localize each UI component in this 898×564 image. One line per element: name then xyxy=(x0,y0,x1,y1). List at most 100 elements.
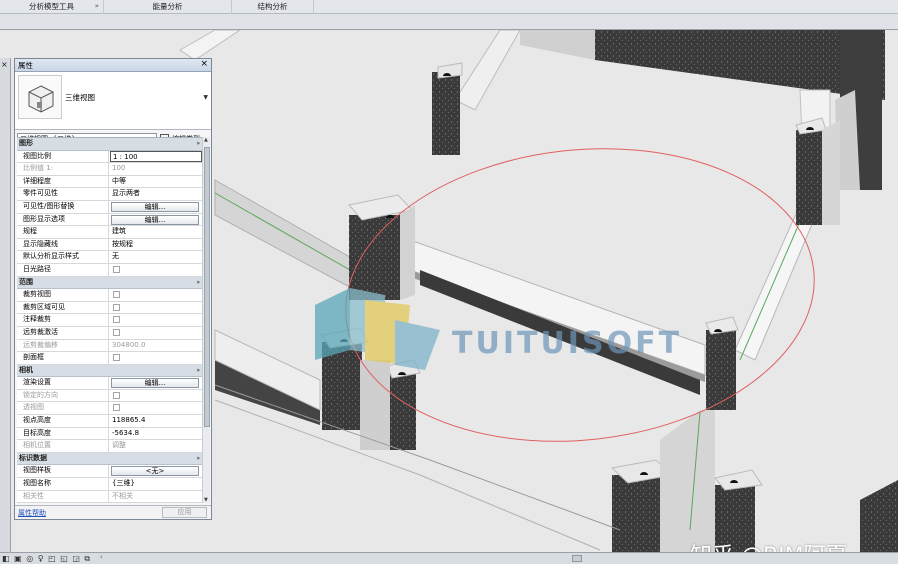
property-value[interactable]: -5634.8 xyxy=(110,428,202,440)
properties-section-header[interactable]: 相机 » xyxy=(17,364,203,378)
property-row[interactable]: 默认分析显示样式无 xyxy=(17,251,203,264)
properties-section-header[interactable]: 图形 » xyxy=(17,138,203,151)
column-right-large xyxy=(835,30,882,190)
property-row[interactable]: 视图名称 {三维} xyxy=(17,478,203,491)
property-label: 视图样板 xyxy=(17,465,109,478)
collapse-icon[interactable]: » xyxy=(196,453,200,464)
properties-title-bar[interactable]: 属性 × xyxy=(15,59,211,72)
property-label: 日光路径 xyxy=(17,263,109,276)
property-checkbox[interactable] xyxy=(113,265,120,273)
properties-scrollbar[interactable]: ▲ ▼ xyxy=(202,137,210,503)
property-edit-button[interactable]: 编辑... xyxy=(111,201,199,212)
property-edit-button[interactable]: 编辑... xyxy=(111,378,199,389)
property-checkbox[interactable] xyxy=(113,303,120,311)
property-edit-button[interactable]: 编辑... xyxy=(111,214,199,225)
property-row[interactable]: 图形显示选项 编辑... xyxy=(17,213,203,227)
property-label: 目标高度 xyxy=(17,427,109,440)
property-row: 锁定的方向 xyxy=(17,389,203,403)
apply-button[interactable]: 应用 xyxy=(162,507,207,518)
property-value[interactable]: 显示两者 xyxy=(110,188,202,200)
property-row[interactable]: 目标高度 -5634.8 xyxy=(17,427,203,441)
property-checkbox[interactable] xyxy=(113,316,120,324)
property-row: 比例值 1: 100 xyxy=(17,163,203,176)
property-label: 剖面框 xyxy=(17,352,109,364)
property-label: 默认分析显示样式 xyxy=(17,251,109,263)
property-value[interactable]: 按规程 xyxy=(110,239,202,251)
close-icon[interactable]: × xyxy=(1,60,8,69)
property-row[interactable]: 视点高度 118865.4 xyxy=(17,415,203,428)
chevron-down-icon[interactable]: » xyxy=(95,0,99,13)
property-value[interactable]: 建筑 xyxy=(110,226,202,238)
property-row[interactable]: 零件可见性 显示两者 xyxy=(17,188,203,201)
column-top-center xyxy=(432,62,463,155)
property-row[interactable]: 视图比例 1 : 100 xyxy=(17,150,203,164)
property-value[interactable]: 118865.4 xyxy=(110,415,202,427)
property-label: 零件可见性 xyxy=(17,188,109,200)
property-label: 显示隐藏线 xyxy=(17,238,109,251)
tab-analytical-model-tools[interactable]: 分析模型工具 » xyxy=(0,0,104,14)
properties-section-header[interactable]: 标识数据 » xyxy=(17,452,203,466)
horizontal-scroll-thumb[interactable] xyxy=(572,555,582,562)
properties-section-header[interactable]: 范围 » xyxy=(17,276,203,290)
property-label: 详细程度 xyxy=(17,175,109,188)
property-row[interactable]: 可见性/图形替换 编辑... xyxy=(17,200,203,214)
property-checkbox xyxy=(113,404,120,412)
property-label: 渲染设置 xyxy=(17,377,109,389)
property-row[interactable]: 视图样板 <无> xyxy=(17,465,203,479)
property-value: 不相关 xyxy=(112,491,133,500)
scroll-thumb[interactable] xyxy=(204,147,210,427)
properties-title: 属性 xyxy=(18,61,33,70)
section-label: 范围 xyxy=(19,277,33,286)
property-row[interactable]: 日光路径 xyxy=(17,263,203,277)
property-label: 相机位置 xyxy=(17,440,109,452)
property-row[interactable]: 裁剪视图 xyxy=(17,289,203,302)
collapse-icon[interactable]: » xyxy=(196,277,200,288)
property-row[interactable]: 注释裁剪 xyxy=(17,314,203,327)
scroll-up-icon[interactable]: ▲ xyxy=(204,137,208,143)
chevron-down-icon[interactable]: ▼ xyxy=(203,94,208,101)
property-value[interactable]: {三维} xyxy=(110,478,202,490)
property-label: 规程 xyxy=(17,226,109,238)
view-control-icons[interactable]: ◧ ▣ ◎ ♀ ◰ ◱ ◲ ⧉ xyxy=(2,554,91,564)
ribbon-tab-strip: 分析模型工具 » 能量分析 结构分析 xyxy=(0,0,898,14)
property-row: 透视图 xyxy=(17,402,203,416)
property-value-input[interactable]: 1 : 100 xyxy=(110,150,202,163)
close-icon[interactable]: × xyxy=(200,59,208,69)
property-value[interactable]: 中等 xyxy=(110,176,202,188)
tab-structural-analysis[interactable]: 结构分析 xyxy=(232,0,314,14)
column-right-mid xyxy=(795,117,840,225)
property-value: 100 xyxy=(112,164,126,173)
property-row[interactable]: 显示隐藏线 按规程 xyxy=(17,238,203,252)
property-row[interactable]: 渲染设置 编辑... xyxy=(17,377,203,390)
tab-label: 能量分析 xyxy=(152,2,183,11)
property-value[interactable]: 无 xyxy=(110,251,202,263)
properties-help-link[interactable]: 属性帮助 xyxy=(18,508,46,518)
3d-view-icon xyxy=(18,75,62,119)
property-checkbox[interactable] xyxy=(113,354,120,362)
tab-label: 分析模型工具 xyxy=(29,2,74,11)
property-row[interactable]: 裁剪区域可见 xyxy=(17,301,203,315)
property-checkbox[interactable] xyxy=(113,291,120,299)
scroll-left-icon[interactable]: ‹ xyxy=(100,553,103,561)
property-row: 相关性 不相关 xyxy=(17,490,203,503)
type-name: 三维视图 xyxy=(65,93,95,102)
property-label: 视图比例 xyxy=(17,150,109,163)
left-dock-strip: × xyxy=(0,58,11,552)
property-row[interactable]: 规程 建筑 xyxy=(17,226,203,239)
collapse-icon[interactable]: » xyxy=(196,138,200,149)
property-row[interactable]: 详细程度 中等 xyxy=(17,175,203,189)
property-checkbox[interactable] xyxy=(113,328,120,336)
tab-label: 结构分析 xyxy=(257,2,288,11)
tab-energy-analysis[interactable]: 能量分析 xyxy=(104,0,232,14)
property-edit-button[interactable]: <无> xyxy=(111,466,199,477)
scroll-down-icon[interactable]: ▼ xyxy=(204,497,208,503)
property-label: 远剪裁偏移 xyxy=(17,339,109,352)
property-row[interactable]: 剖面框 xyxy=(17,352,203,365)
property-label: 相关性 xyxy=(17,490,109,503)
properties-palette: 属性 × 三维视图 ▼ 三维视图: {三维} ▼ 编辑类型 图形»视图比例1 :… xyxy=(14,58,212,520)
property-label: 远剪裁激活 xyxy=(17,326,109,339)
property-row[interactable]: 远剪裁激活 xyxy=(17,326,203,340)
type-selector[interactable]: 三维视图 ▼ xyxy=(15,72,211,130)
collapse-icon[interactable]: » xyxy=(196,365,200,376)
watermark-brand: TUITUISOFT xyxy=(452,326,683,361)
